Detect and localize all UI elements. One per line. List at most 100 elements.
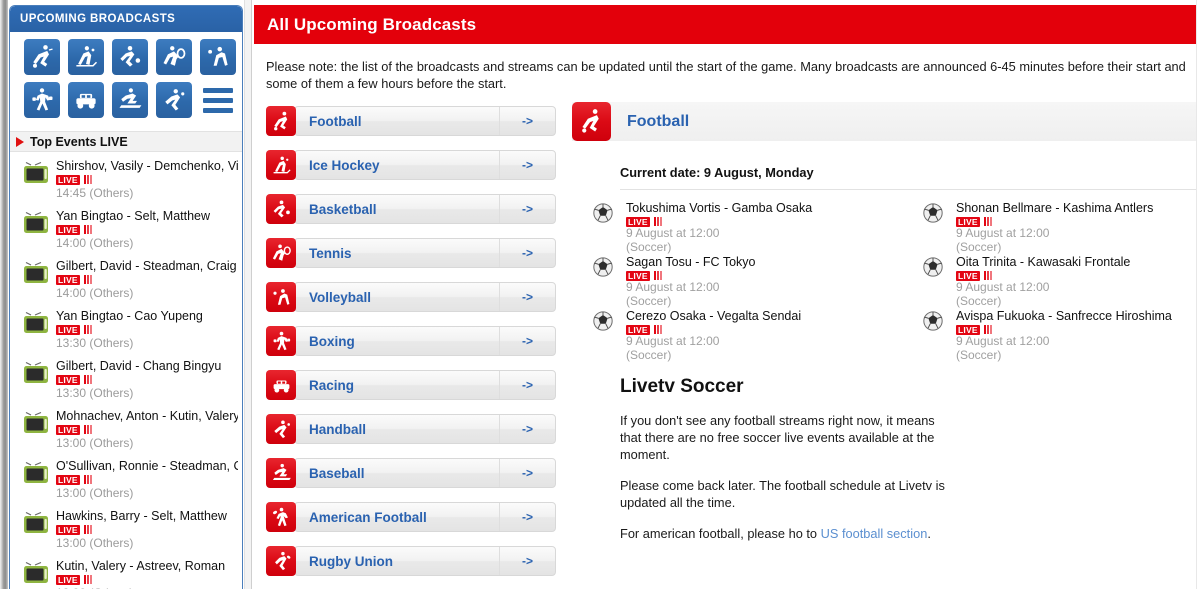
list-item[interactable]: O'Sullivan, Ronnie - Steadman, Craig LIV… (10, 456, 242, 506)
list-item[interactable]: Kutin, Valery - Astreev, Roman LIVE 12:0… (10, 556, 242, 589)
sidebar-sport-ice-hockey-icon[interactable] (68, 39, 104, 75)
page-root: UPCOMING BROADCASTS Top Events LIVE Shir… (0, 0, 1197, 589)
event-title: O'Sullivan, Ronnie - Steadman, Craig (56, 459, 238, 473)
sidebar-sport-handball-icon[interactable] (156, 82, 192, 118)
sidebar-sport-boxing-icon[interactable] (24, 82, 60, 118)
signal-bars-icon (983, 325, 992, 334)
live-badge: LIVE (56, 174, 80, 185)
match-title: Sagan Tosu - FC Tokyo (626, 255, 756, 269)
live-badge: LIVE (56, 524, 80, 535)
list-item[interactable]: Shonan Bellmare - Kashima Antlers LIVE 9… (912, 200, 1197, 253)
event-meta: 14:00 (Others) (56, 286, 134, 300)
sport-label: Handball (309, 421, 367, 437)
main-header-bar: All Upcoming Broadcasts (254, 5, 1197, 44)
sidebar-sport-football-icon[interactable] (24, 39, 60, 75)
live-badge: LIVE (56, 474, 80, 485)
sidebar-sport-racing-icon[interactable] (68, 82, 104, 118)
arrow-right-icon[interactable]: -> (499, 415, 555, 443)
sport-button-football[interactable]: Football -> (266, 106, 556, 136)
list-item[interactable]: Mohnachev, Anton - Kutin, Valery LIVE 13… (10, 406, 242, 456)
list-item[interactable]: Gilbert, David - Steadman, Craig LIVE 14… (10, 256, 242, 306)
divider (620, 189, 1197, 190)
upcoming-broadcasts-sidebar: UPCOMING BROADCASTS Top Events LIVE Shir… (9, 5, 243, 589)
match-time: 9 August at 12:00 (626, 226, 720, 240)
match-time: 9 August at 12:00 (956, 334, 1050, 348)
live-indicator: LIVE (56, 374, 238, 385)
sport-label: Basketball (309, 201, 377, 217)
paragraph-3-prefix: For american football, please ho to (620, 526, 821, 541)
match-category: (Soccer) (956, 347, 1002, 362)
sidebar-sport-baseball-icon[interactable] (112, 82, 148, 118)
sport-label: Football (309, 113, 362, 129)
sport-button-basketball[interactable]: Basketball -> (266, 194, 556, 224)
match-column-right: Shonan Bellmare - Kashima Antlers LIVE 9… (912, 200, 1197, 362)
arrow-right-icon[interactable]: -> (499, 503, 555, 531)
list-item[interactable]: Gilbert, David - Chang Bingyu LIVE 13:30… (10, 356, 242, 406)
sport-button-volleyball[interactable]: Volleyball -> (266, 282, 556, 312)
sport-button-baseball[interactable]: Baseball -> (266, 458, 556, 488)
sport-button-tennis[interactable]: Tennis -> (266, 238, 556, 268)
event-meta: 13:00 (Others) (56, 436, 134, 450)
sidebar-scrollbar[interactable] (244, 0, 252, 589)
tennis-icon (266, 238, 296, 268)
sport-button-handball[interactable]: Handball -> (266, 414, 556, 444)
match-title: Avispa Fukuoka - Sanfrecce Hiroshima (956, 309, 1172, 323)
sidebar-section-label: Top Events LIVE (30, 134, 128, 149)
match-category: (Soccer) (956, 293, 1002, 308)
sidebar-title: UPCOMING BROADCASTS (10, 6, 242, 32)
event-meta: 14:00 (Others) (56, 236, 134, 250)
sport-button-american-football[interactable]: American Football -> (266, 502, 556, 532)
list-item[interactable]: Sagan Tosu - FC Tokyo LIVE 9 August at 1… (582, 254, 912, 307)
arrow-right-icon[interactable]: -> (499, 151, 555, 179)
section-heading: Livetv Soccer (620, 376, 744, 397)
football-icon (572, 102, 611, 141)
arrow-right-icon[interactable]: -> (499, 547, 555, 575)
list-item[interactable]: Hawkins, Barry - Selt, Matthew LIVE 13:0… (10, 506, 242, 556)
list-item[interactable]: Yan Bingtao - Selt, Matthew LIVE 14:00 (… (10, 206, 242, 256)
tv-icon (18, 558, 56, 588)
arrow-right-icon[interactable]: -> (499, 107, 555, 135)
list-item[interactable]: Oita Trinita - Kawasaki Frontale LIVE 9 … (912, 254, 1197, 307)
live-badge: LIVE (956, 324, 980, 335)
football-icon (266, 106, 296, 136)
sidebar-sport-basketball-icon[interactable] (112, 39, 148, 75)
list-item[interactable]: Tokushima Vortis - Gamba Osaka LIVE 9 Au… (582, 200, 912, 253)
event-title: Gilbert, David - Steadman, Craig (56, 259, 237, 273)
hamburger-menu-icon[interactable] (200, 82, 236, 118)
signal-bars-icon (83, 175, 92, 184)
live-badge: LIVE (626, 216, 650, 227)
list-item[interactable]: Shirshov, Vasily - Demchenko, Vitaly LIV… (10, 156, 242, 206)
arrow-right-icon[interactable]: -> (499, 195, 555, 223)
soccer-ball-icon (592, 254, 626, 281)
tv-icon (18, 358, 56, 388)
arrow-right-icon[interactable]: -> (499, 459, 555, 487)
sidebar-sport-volleyball-icon[interactable] (200, 39, 236, 75)
event-title: Yan Bingtao - Cao Yupeng (56, 309, 203, 323)
live-badge: LIVE (56, 424, 80, 435)
list-item[interactable]: Yan Bingtao - Cao Yupeng LIVE 13:30 (Oth… (10, 306, 242, 356)
live-badge: LIVE (626, 324, 650, 335)
arrow-right-icon[interactable]: -> (499, 327, 555, 355)
paragraph-3-suffix: . (927, 526, 931, 541)
sport-button-boxing[interactable]: Boxing -> (266, 326, 556, 356)
signal-bars-icon (983, 271, 992, 280)
arrow-right-icon[interactable]: -> (499, 371, 555, 399)
sport-button-ice-hockey[interactable]: Ice Hockey -> (266, 150, 556, 180)
sidebar-event-list: Shirshov, Vasily - Demchenko, Vitaly LIV… (10, 152, 242, 589)
arrow-right-icon[interactable]: -> (499, 283, 555, 311)
event-meta: 13:00 (Others) (56, 536, 134, 550)
match-category: (Soccer) (956, 239, 1002, 254)
sport-button-racing[interactable]: Racing -> (266, 370, 556, 400)
tv-icon (18, 258, 56, 288)
soccer-ball-icon (922, 308, 956, 335)
list-item[interactable]: Cerezo Osaka - Vegalta Sendai LIVE 9 Aug… (582, 308, 912, 361)
list-item[interactable]: Avispa Fukuoka - Sanfrecce Hiroshima LIV… (912, 308, 1197, 361)
page-note: Please note: the list of the broadcasts … (266, 59, 1186, 91)
sport-button-rugby-union[interactable]: Rugby Union -> (266, 546, 556, 576)
us-football-section-link[interactable]: US football section (821, 526, 928, 541)
sidebar-section-top-events-live[interactable]: Top Events LIVE (10, 131, 242, 152)
browser-scrollbar-left[interactable] (0, 0, 8, 589)
tv-icon (18, 208, 56, 238)
sidebar-sport-tennis-icon[interactable] (156, 39, 192, 75)
arrow-right-icon[interactable]: -> (499, 239, 555, 267)
